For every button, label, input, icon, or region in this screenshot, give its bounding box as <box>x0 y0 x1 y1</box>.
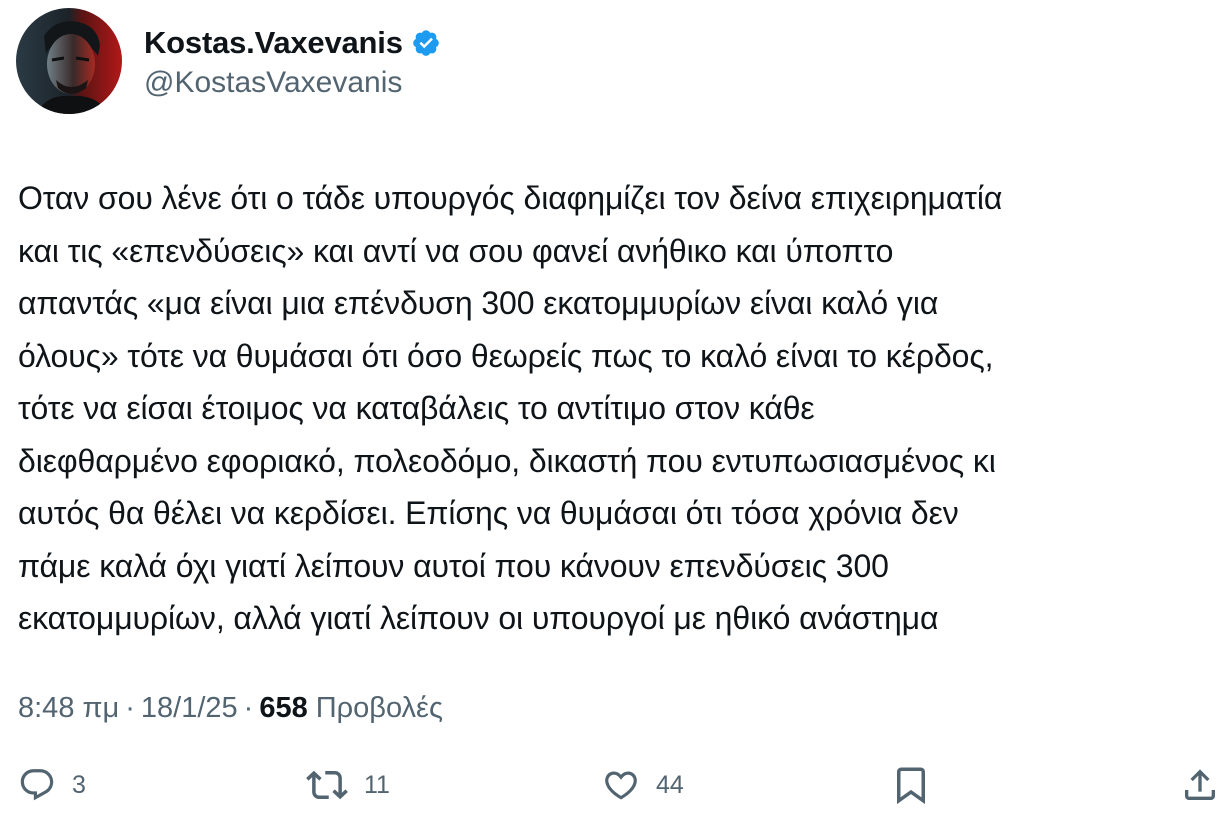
tweet-time[interactable]: 8:48 πμ <box>18 692 119 725</box>
tweet-text-line: και τις «επενδύσεις» και αντί να σου φαν… <box>18 232 894 269</box>
reply-icon <box>20 769 54 801</box>
tweet-text: Οταν σου λένε ότι ο τάδε υπουργός διαφημ… <box>18 172 1228 645</box>
tweet-text-line: όλους» τότε να θυμάσαι ότι όσο θεωρείς π… <box>18 337 994 374</box>
share-icon <box>1185 769 1215 800</box>
heart-icon <box>605 771 637 800</box>
tweet-text-line: αυτός θα θέλει να κερδίσει. Επίσης να θυ… <box>18 495 959 531</box>
share-button[interactable] <box>1180 760 1220 810</box>
tweet-header: Kostas.Vaxevanis @KostasVaxevanis <box>16 6 441 116</box>
repost-button[interactable]: 11 <box>306 760 390 810</box>
display-name-row: Kostas.Vaxevanis <box>144 22 441 64</box>
avatar[interactable] <box>16 8 122 114</box>
tweet-text-line: Οταν σου λένε ότι ο τάδε υπουργός διαφημ… <box>18 180 1003 216</box>
tweet-text-line: πάμε καλά όχι γιατί λείπουν αυτοί που κά… <box>18 547 889 584</box>
tweet-text-line: τότε να είσαι έτοιμος να καταβάλεις το α… <box>18 390 815 426</box>
views-label[interactable]: Προβολές <box>316 692 443 725</box>
reply-button[interactable]: 3 <box>18 760 86 810</box>
like-count: 44 <box>656 770 684 799</box>
tweet-text-line: διεφθαρμένο εφοριακό, πολεοδόμο, δικαστή… <box>18 442 996 479</box>
verified-badge-icon[interactable] <box>411 28 441 58</box>
repost-icon <box>306 770 348 800</box>
repost-count: 11 <box>364 770 390 799</box>
tweet-meta: 8:48 πμ · 18/1/25 · 658 Προβολές <box>18 686 443 730</box>
avatar-image <box>16 8 122 114</box>
meta-separator: · <box>125 691 135 724</box>
display-name[interactable]: Kostas.Vaxevanis <box>144 25 403 61</box>
author-handle[interactable]: @KostasVaxevanis <box>144 66 441 100</box>
tweet-text-line: εκατομμυρίων, αλλά γιατί λείπουν οι υπου… <box>18 600 939 636</box>
views-count[interactable]: 658 <box>259 692 307 725</box>
like-button[interactable]: 44 <box>602 760 684 810</box>
bookmark-icon <box>897 767 925 805</box>
reply-count: 3 <box>72 770 86 799</box>
author-names: Kostas.Vaxevanis @KostasVaxevanis <box>144 22 441 100</box>
meta-separator: · <box>243 691 254 724</box>
tweet-actions: 3 11 44 <box>0 760 1232 810</box>
tweet-date[interactable]: 18/1/25 <box>141 692 238 725</box>
tweet-detail: Kostas.Vaxevanis @KostasVaxevanis Οταν σ… <box>0 0 1232 820</box>
bookmark-button[interactable] <box>890 760 932 810</box>
tweet-text-line: απαντάς «μα είναι μια επένδυση 300 εκατο… <box>18 285 939 321</box>
